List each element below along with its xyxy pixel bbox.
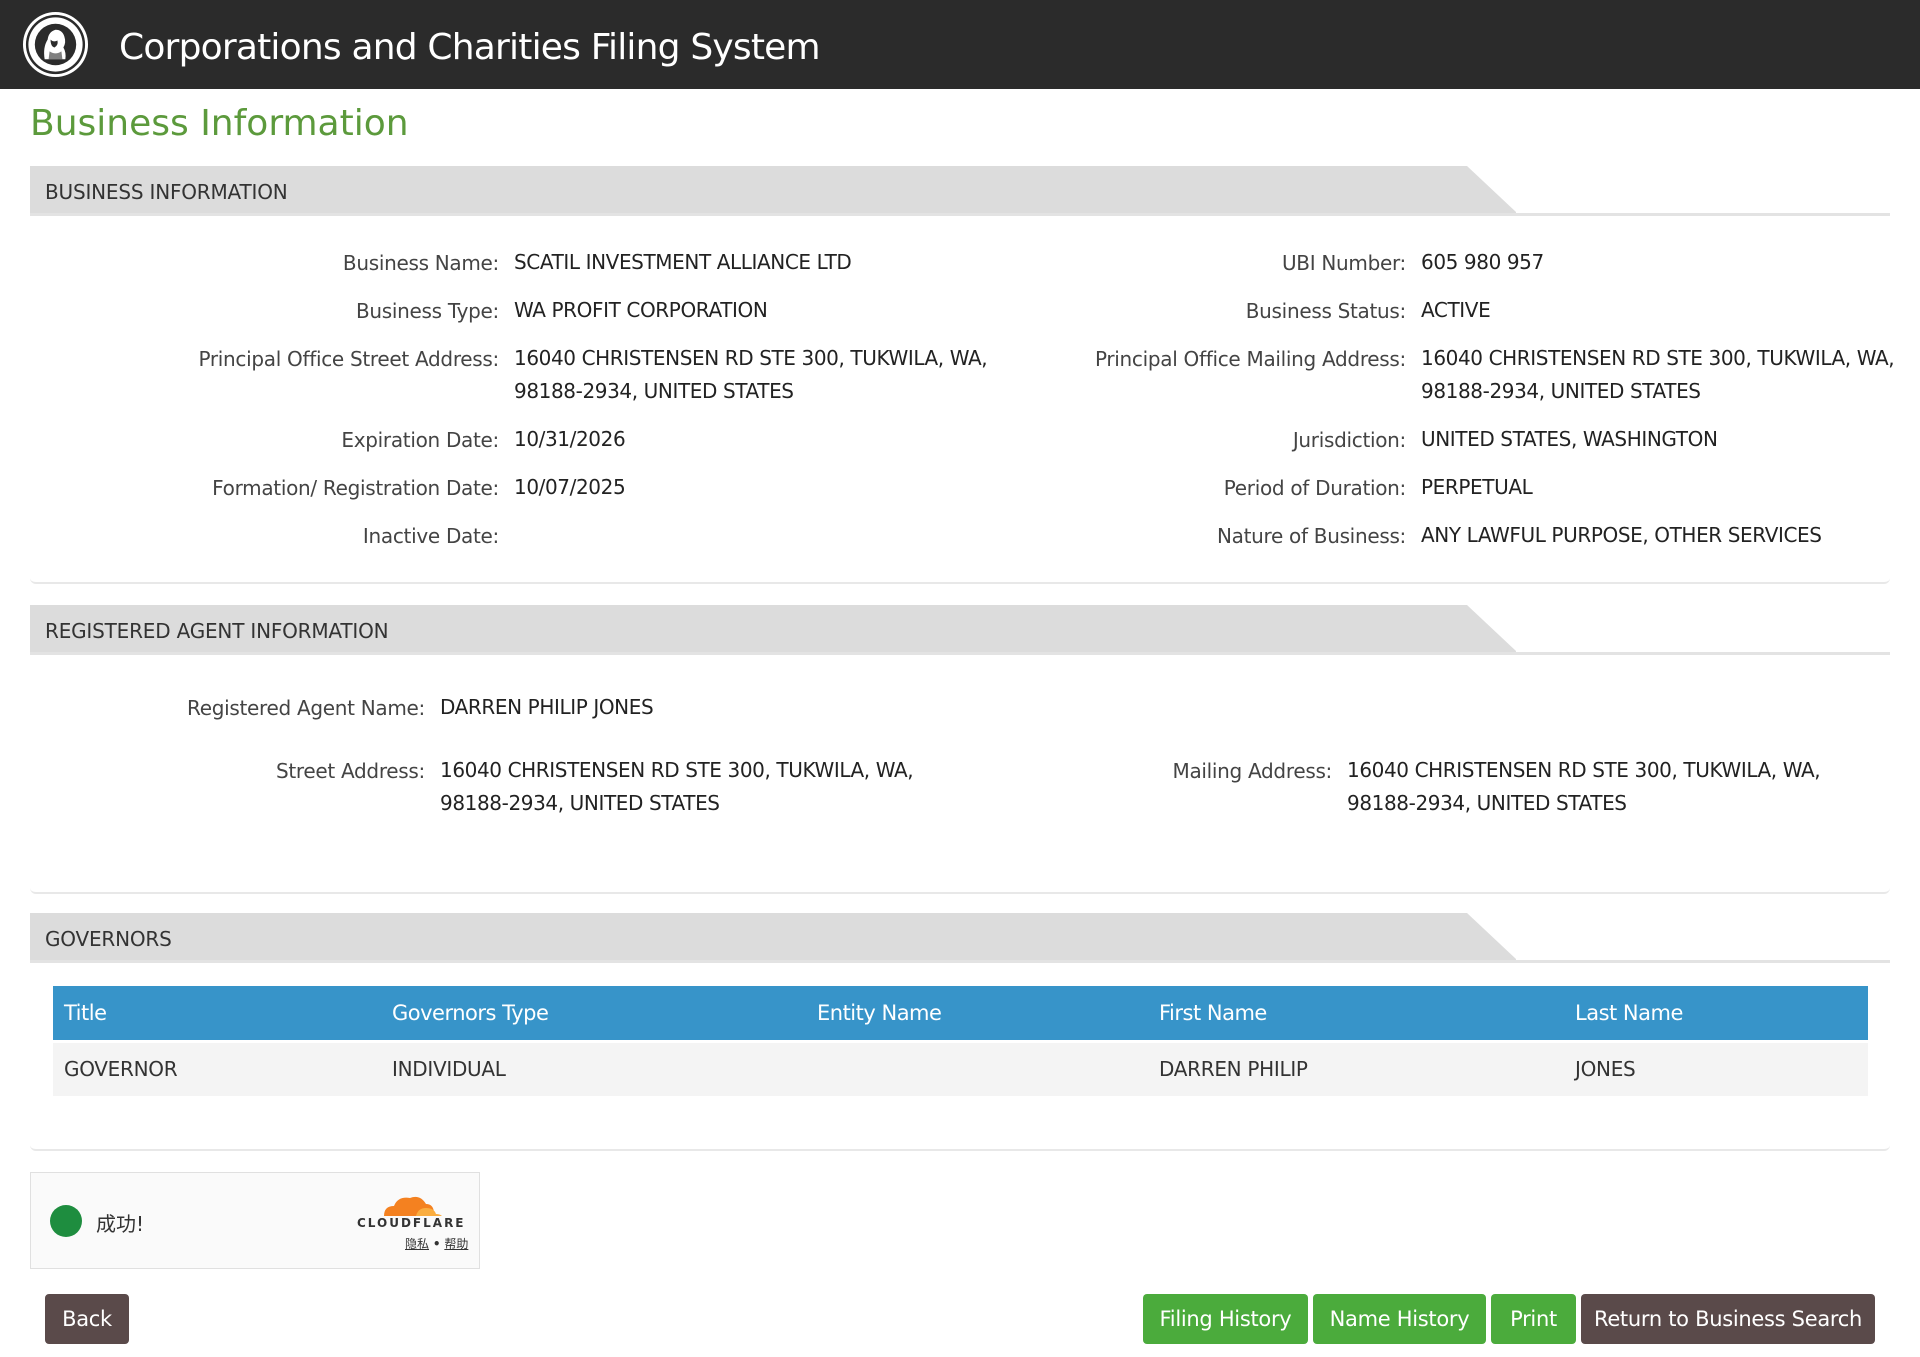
name-history-button[interactable]: Name History bbox=[1313, 1294, 1486, 1344]
captcha-links: 隐私 • 帮助 bbox=[405, 1235, 468, 1252]
page-title: Business Information bbox=[30, 103, 409, 144]
formation-date-value: 10/07/2025 bbox=[514, 475, 626, 499]
jurisdiction-label: Jurisdiction: bbox=[1292, 428, 1406, 452]
table-row: GOVERNOR INDIVIDUAL DARREN PHILIP JONES bbox=[53, 1041, 1868, 1096]
help-link[interactable]: 帮助 bbox=[444, 1237, 468, 1251]
section-divider bbox=[30, 886, 1890, 894]
cell-last-name: JONES bbox=[1564, 1041, 1868, 1096]
cloudflare-captcha-widget[interactable]: 成功! CLOUDFLARE 隐私 • 帮助 bbox=[30, 1172, 480, 1269]
agent-street-address-value: 16040 CHRISTENSEN RD STE 300, TUKWILA, W… bbox=[440, 758, 914, 815]
governors-section-label: GOVERNORS bbox=[45, 927, 172, 951]
captcha-status-text: 成功! bbox=[96, 1212, 145, 1236]
agent-mailing-address-value: 16040 CHRISTENSEN RD STE 300, TUKWILA, W… bbox=[1347, 758, 1821, 815]
column-header-entity-name[interactable]: Entity Name bbox=[806, 986, 1148, 1043]
principal-office-street-label: Principal Office Street Address: bbox=[198, 347, 499, 371]
ubi-number-label: UBI Number: bbox=[1281, 251, 1406, 275]
filing-history-button[interactable]: Filing History bbox=[1143, 1294, 1308, 1344]
cell-first-name: DARREN PHILIP bbox=[1148, 1041, 1564, 1096]
washington-state-seal-icon bbox=[22, 11, 89, 78]
period-of-duration-label: Period of Duration: bbox=[1223, 476, 1407, 500]
cloudflare-brand-text: CLOUDFLARE bbox=[357, 1216, 466, 1230]
business-name-label: Business Name: bbox=[342, 251, 499, 275]
cell-title: GOVERNOR bbox=[53, 1041, 381, 1096]
business-info-section-header: BUSINESS INFORMATION bbox=[30, 166, 1890, 218]
cell-governors-type: INDIVIDUAL bbox=[381, 1041, 806, 1096]
column-header-title[interactable]: Title bbox=[53, 986, 381, 1043]
ubi-number-value: 605 980 957 bbox=[1421, 250, 1544, 274]
formation-date-label: Formation/ Registration Date: bbox=[212, 476, 499, 500]
expiration-date-value: 10/31/2026 bbox=[514, 427, 626, 451]
business-name-value: SCATIL INVESTMENT ALLIANCE LTD bbox=[514, 250, 852, 274]
link-separator: • bbox=[432, 1237, 441, 1251]
agent-mailing-address-label: Mailing Address: bbox=[1172, 759, 1333, 783]
nature-of-business-value: ANY LAWFUL PURPOSE, OTHER SERVICES bbox=[1421, 523, 1822, 547]
table-header-row: Title Governors Type Entity Name First N… bbox=[53, 986, 1868, 1043]
registered-agent-name-value: DARREN PHILIP JONES bbox=[440, 695, 654, 719]
agent-info-section-header: REGISTERED AGENT INFORMATION bbox=[30, 605, 1890, 657]
column-header-governors-type[interactable]: Governors Type bbox=[381, 986, 806, 1043]
business-type-label: Business Type: bbox=[355, 299, 499, 323]
agent-street-address-label: Street Address: bbox=[275, 759, 425, 783]
section-divider bbox=[30, 1143, 1890, 1151]
cell-entity-name bbox=[806, 1041, 1148, 1096]
business-type-value: WA PROFIT CORPORATION bbox=[514, 298, 768, 322]
top-header-bar: Corporations and Charities Filing System bbox=[0, 0, 1920, 89]
jurisdiction-value: UNITED STATES, WASHINGTON bbox=[1421, 427, 1718, 451]
column-header-first-name[interactable]: First Name bbox=[1148, 986, 1564, 1043]
governors-section-header: GOVERNORS bbox=[30, 913, 1890, 965]
principal-office-mailing-label: Principal Office Mailing Address: bbox=[1094, 347, 1406, 371]
inactive-date-label: Inactive Date: bbox=[362, 524, 499, 548]
period-of-duration-value: PERPETUAL bbox=[1421, 475, 1533, 499]
section-divider bbox=[30, 576, 1890, 584]
expiration-date-label: Expiration Date: bbox=[341, 428, 499, 452]
registered-agent-name-label: Registered Agent Name: bbox=[187, 696, 425, 720]
nature-of-business-label: Nature of Business: bbox=[1216, 524, 1406, 548]
app-title: Corporations and Charities Filing System bbox=[119, 27, 821, 68]
business-status-value: ACTIVE bbox=[1421, 298, 1491, 322]
print-button[interactable]: Print bbox=[1491, 1294, 1576, 1344]
privacy-link[interactable]: 隐私 bbox=[405, 1237, 429, 1251]
success-check-icon bbox=[50, 1205, 82, 1237]
agent-info-section-label: REGISTERED AGENT INFORMATION bbox=[45, 619, 389, 643]
back-button[interactable]: Back bbox=[45, 1294, 129, 1344]
return-to-business-search-button[interactable]: Return to Business Search bbox=[1581, 1294, 1875, 1344]
business-status-label: Business Status: bbox=[1245, 299, 1407, 323]
column-header-last-name[interactable]: Last Name bbox=[1564, 986, 1868, 1043]
principal-office-mailing-value: 16040 CHRISTENSEN RD STE 300, TUKWILA, W… bbox=[1421, 346, 1895, 403]
principal-office-street-value: 16040 CHRISTENSEN RD STE 300, TUKWILA, W… bbox=[514, 346, 988, 403]
section-header-tab-shape bbox=[30, 913, 1890, 963]
governors-table: Title Governors Type Entity Name First N… bbox=[53, 986, 1868, 1096]
section-header-tab-shape bbox=[30, 166, 1890, 216]
business-info-section-label: BUSINESS INFORMATION bbox=[45, 180, 288, 204]
